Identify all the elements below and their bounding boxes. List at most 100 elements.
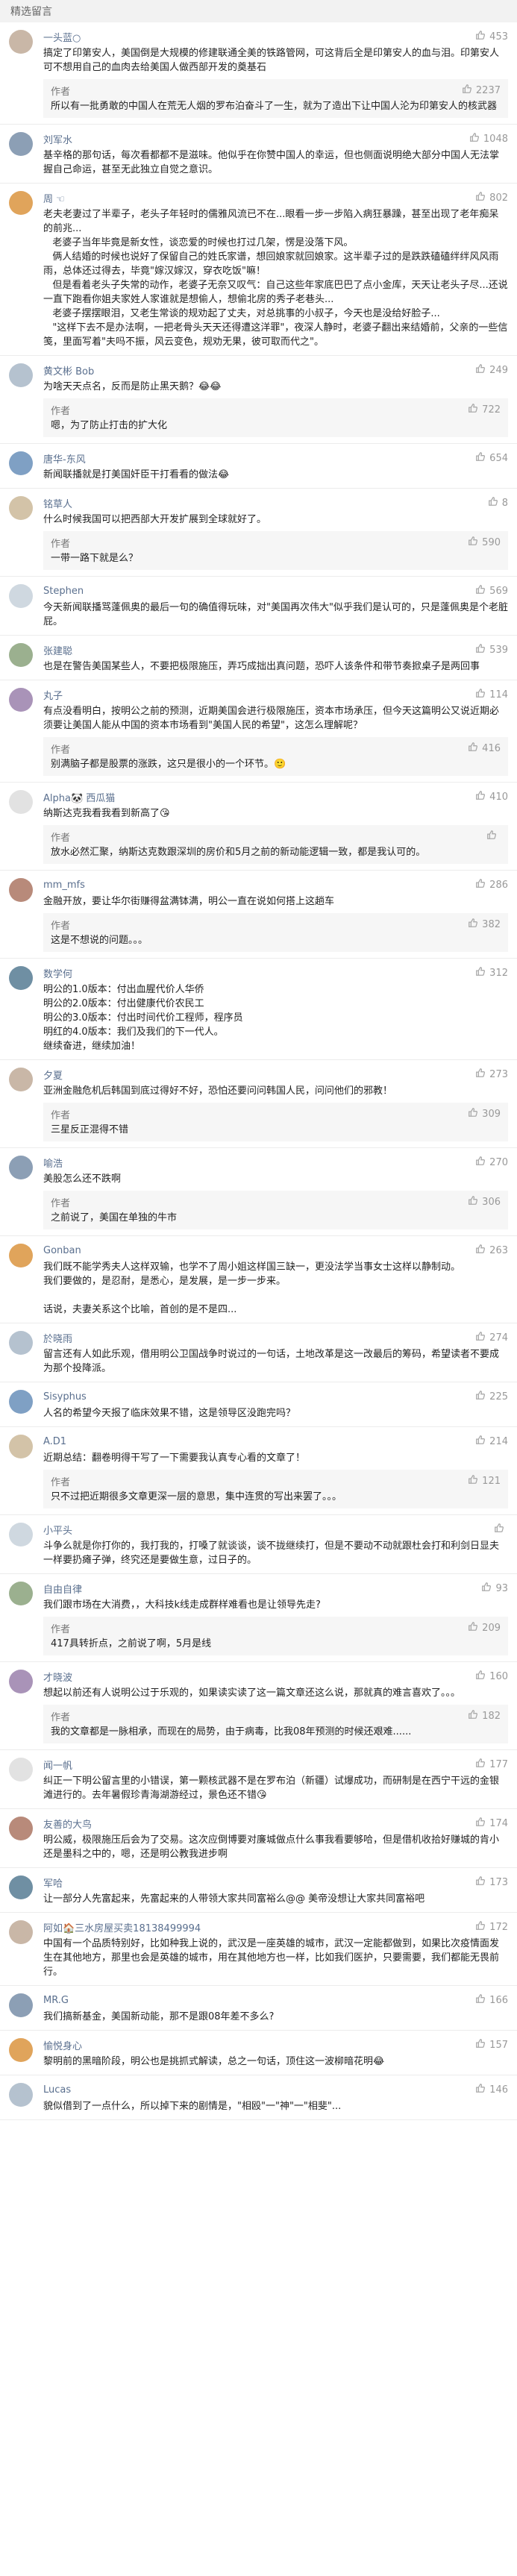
like-button[interactable]: 249 xyxy=(475,363,508,377)
like-button[interactable] xyxy=(494,1523,508,1536)
like-button[interactable]: 166 xyxy=(475,1993,508,2007)
comment-author[interactable]: Alpha🐼 西瓜猫 xyxy=(43,790,115,804)
comment-author[interactable]: 张建聪 xyxy=(43,643,72,657)
avatar[interactable] xyxy=(9,1331,33,1355)
reply-like-button[interactable]: 209 xyxy=(468,1621,501,1635)
like-count: 8 xyxy=(501,497,508,509)
like-button[interactable]: 270 xyxy=(475,1156,508,1169)
like-button[interactable]: 312 xyxy=(475,966,508,980)
reply-like-button[interactable]: 2237 xyxy=(462,84,501,97)
avatar[interactable] xyxy=(9,1993,33,2017)
like-button[interactable]: 410 xyxy=(475,790,508,803)
avatar[interactable] xyxy=(9,1875,33,1899)
avatar[interactable] xyxy=(9,1435,33,1458)
avatar[interactable] xyxy=(9,1920,33,1944)
like-button[interactable]: 114 xyxy=(475,688,508,701)
avatar[interactable] xyxy=(9,878,33,902)
like-button[interactable]: 160 xyxy=(475,1670,508,1683)
comment-author[interactable]: 闻一帆 xyxy=(43,1758,72,1772)
reply-like-button[interactable]: 382 xyxy=(468,918,501,931)
comment-author[interactable]: 刘军水 xyxy=(43,132,72,146)
like-button[interactable]: 1048 xyxy=(469,132,508,145)
comment-author[interactable]: MR.G xyxy=(43,1995,69,2006)
avatar[interactable] xyxy=(9,966,33,990)
comment-author[interactable]: 才晓波 xyxy=(43,1670,72,1684)
avatar[interactable] xyxy=(9,191,33,215)
avatar[interactable] xyxy=(9,2038,33,2062)
comment-text: 今天新闻联播骂蓬佩奥的最后一句的确值得玩味，对"美国再次伟大"似乎我们是认可的，… xyxy=(43,602,508,627)
avatar[interactable] xyxy=(9,496,33,520)
reply-like-button[interactable]: 309 xyxy=(468,1107,501,1121)
comment-author[interactable]: 周 ☜ xyxy=(43,191,65,205)
comment-author[interactable]: 一头蓝○ xyxy=(43,30,81,44)
avatar[interactable] xyxy=(9,1817,33,1840)
avatar[interactable] xyxy=(9,1523,33,1546)
avatar[interactable] xyxy=(9,688,33,712)
like-button[interactable]: 214 xyxy=(475,1435,508,1448)
comment-author[interactable]: 唐华-东风 xyxy=(43,451,86,466)
comment-author[interactable]: A.D1 xyxy=(43,1436,66,1447)
comment-author[interactable]: 愉悦身心 xyxy=(43,2038,82,2052)
avatar[interactable] xyxy=(9,790,33,814)
reply-like-button[interactable]: 416 xyxy=(468,742,501,755)
avatar[interactable] xyxy=(9,132,33,156)
like-button[interactable]: 453 xyxy=(475,30,508,43)
avatar[interactable] xyxy=(9,643,33,667)
avatar[interactable] xyxy=(9,1068,33,1091)
avatar[interactable] xyxy=(9,451,33,475)
comment-author[interactable]: 铭草人 xyxy=(43,496,72,510)
avatar[interactable] xyxy=(9,2083,33,2107)
avatar[interactable] xyxy=(9,1758,33,1781)
avatar[interactable] xyxy=(9,363,33,387)
reply-like-button[interactable]: 590 xyxy=(468,536,501,549)
comment-author[interactable]: 友善的大鸟 xyxy=(43,1817,92,1831)
like-button[interactable]: 225 xyxy=(475,1390,508,1403)
like-button[interactable]: 569 xyxy=(475,584,508,598)
comment-author[interactable]: Lucas xyxy=(43,2084,71,2096)
comment-text: 新闻联播就是打美国奸臣干打看看的做法😂 xyxy=(43,469,230,480)
like-button[interactable]: 177 xyxy=(475,1758,508,1771)
comment-author[interactable]: 阿如🏠三水房屋买卖18138499994 xyxy=(43,1920,201,1934)
avatar[interactable] xyxy=(9,1156,33,1179)
like-count: 802 xyxy=(489,192,508,204)
comment-author[interactable]: 小平头 xyxy=(43,1523,72,1537)
comment-author[interactable]: Sisyphus xyxy=(43,1391,87,1403)
like-button[interactable]: 8 xyxy=(488,496,508,510)
comment-author[interactable]: 喻浩 xyxy=(43,1156,63,1170)
avatar[interactable] xyxy=(9,1244,33,1267)
like-button[interactable]: 286 xyxy=(475,878,508,891)
avatar[interactable] xyxy=(9,1390,33,1414)
like-button[interactable]: 173 xyxy=(475,1875,508,1889)
like-button[interactable]: 157 xyxy=(475,2038,508,2052)
comment-author[interactable]: Stephen xyxy=(43,586,84,597)
comment-author[interactable]: Gonban xyxy=(43,1245,81,1256)
like-button[interactable]: 654 xyxy=(475,451,508,465)
like-button[interactable]: 802 xyxy=(475,191,508,204)
comment-author[interactable]: mm_mfs xyxy=(43,880,85,891)
reply-like-button[interactable]: 306 xyxy=(468,1195,501,1209)
like-button[interactable]: 273 xyxy=(475,1068,508,1081)
like-button[interactable]: 539 xyxy=(475,643,508,656)
avatar[interactable] xyxy=(9,1670,33,1693)
reply-like-button[interactable]: 121 xyxy=(468,1474,501,1488)
avatar[interactable] xyxy=(9,584,33,608)
comment-author[interactable]: 黄文彬 Bob xyxy=(43,363,94,377)
like-button[interactable]: 93 xyxy=(481,1582,508,1595)
comment-author[interactable]: 夕夏 xyxy=(43,1068,63,1082)
reply-text: 三星反正混得不错 xyxy=(51,1124,129,1135)
reply-like-button[interactable]: 722 xyxy=(468,403,501,416)
comment-author[interactable]: 於晓雨 xyxy=(43,1331,72,1345)
reply-like-button[interactable]: 182 xyxy=(468,1709,501,1723)
like-button[interactable]: 146 xyxy=(475,2083,508,2096)
comment-author[interactable]: 军哈 xyxy=(43,1875,63,1890)
like-button[interactable]: 263 xyxy=(475,1244,508,1257)
avatar[interactable] xyxy=(9,1582,33,1605)
comment-author[interactable]: 丸子 xyxy=(43,688,63,702)
comment-author[interactable]: 数学何 xyxy=(43,966,72,980)
like-button[interactable]: 172 xyxy=(475,1920,508,1934)
avatar[interactable] xyxy=(9,30,33,54)
like-button[interactable]: 174 xyxy=(475,1817,508,1830)
like-button[interactable]: 274 xyxy=(475,1331,508,1344)
comment-author[interactable]: 自由自律 xyxy=(43,1582,82,1596)
reply-like-button[interactable] xyxy=(486,830,501,843)
